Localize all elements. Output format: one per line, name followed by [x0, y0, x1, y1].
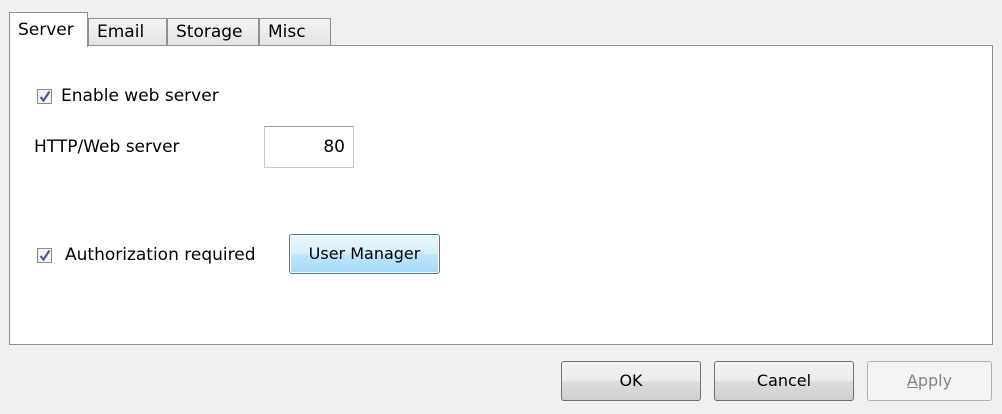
- tab-misc[interactable]: Misc: [259, 18, 331, 46]
- tab-server[interactable]: Server: [9, 12, 88, 47]
- checkmark-icon: [39, 90, 51, 103]
- apply-button[interactable]: Apply: [867, 361, 992, 401]
- checkmark-icon: [39, 249, 51, 262]
- ok-button[interactable]: OK: [561, 361, 701, 401]
- authorization-required-checkbox[interactable]: [37, 248, 52, 263]
- tab-storage[interactable]: Storage: [167, 18, 259, 46]
- authorization-required-label[interactable]: Authorization required: [65, 245, 256, 265]
- cancel-button[interactable]: Cancel: [714, 361, 854, 401]
- tab-email[interactable]: Email: [88, 18, 167, 46]
- user-manager-button[interactable]: User Manager: [289, 234, 440, 274]
- enable-web-server-checkbox[interactable]: [37, 89, 52, 104]
- settings-dialog: Server Email Storage Misc Enable web ser…: [0, 0, 1002, 414]
- server-tab-panel: Enable web server HTTP/Web server 80 Aut…: [9, 45, 993, 345]
- enable-web-server-label[interactable]: Enable web server: [61, 86, 219, 106]
- http-port-input[interactable]: 80: [264, 126, 354, 168]
- http-port-label: HTTP/Web server: [34, 137, 180, 157]
